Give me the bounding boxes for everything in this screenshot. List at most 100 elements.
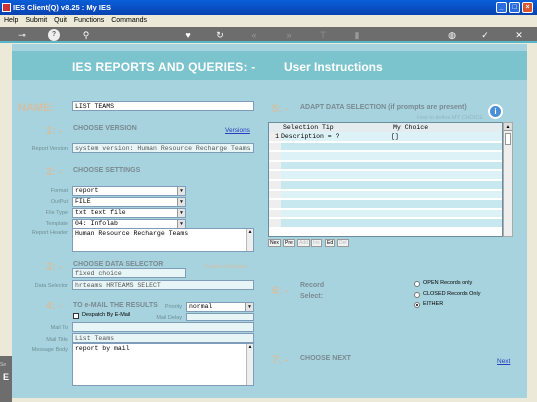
report-header-value: Human Resource Recharge Teams [75,230,189,237]
check-icon[interactable]: ✓ [479,29,491,41]
page-title: IES REPORTS AND QUERIES: - [72,60,256,74]
next-row-button[interactable]: Nex [268,239,281,247]
step6-number: 6: - [272,285,289,297]
insert-row-button[interactable]: Ins [311,239,322,247]
format-select[interactable]: report ▼ [72,186,186,196]
square-icon[interactable]: ▮ [351,29,363,41]
report-version-field[interactable]: system version: Human Resource Recharge … [72,143,254,153]
scroll-thumb[interactable] [505,133,511,145]
table-row[interactable] [269,179,502,191]
search-icon[interactable]: ⚲ [80,29,92,41]
filetype-select[interactable]: txt text file ▼ [72,208,186,218]
data-selector-label: Data Selector [34,283,68,289]
col-my-choice: My Choice [391,123,502,132]
grid-scrollbar[interactable]: ▲ [503,122,513,237]
scrollbar[interactable]: ▲ [246,229,253,251]
heart-icon[interactable]: ♥ [182,29,194,41]
table-row[interactable] [269,189,502,201]
close-icon[interactable]: ✕ [513,29,525,41]
chevron-down-icon[interactable]: ▼ [177,220,185,228]
prev-row-button[interactable]: Pre [283,239,295,247]
side-strip: Se E [0,356,12,402]
menu-commands[interactable]: Commands [111,17,147,24]
report-header-field[interactable]: Human Resource Recharge Teams ▲ [72,228,254,252]
rewind-icon[interactable]: « [248,29,260,41]
priority-select[interactable]: normal ▼ [186,302,254,312]
chevron-down-icon[interactable]: ▼ [177,209,185,217]
menu-bar: Help Submit Quit Functions Commands [0,15,537,26]
menu-submit[interactable]: Submit [25,17,47,24]
choice-field[interactable]: fixed choice [72,268,186,278]
table-row[interactable] [269,199,502,210]
minimize-button[interactable]: _ [496,2,507,13]
scroll-up-icon[interactable]: ▲ [504,123,512,131]
key-icon[interactable]: ⊸ [14,29,30,41]
stop-icon[interactable]: ⊤ [317,29,329,41]
table-row[interactable] [269,160,502,172]
output-value: FILE [75,198,91,205]
step5-title: ADAPT DATA SELECTION (if prompts are pre… [300,104,467,111]
mail-delay-field[interactable] [186,313,254,321]
menu-functions[interactable]: Functions [74,17,104,24]
radio-closed[interactable] [414,292,420,298]
template-label: Template [45,221,68,227]
output-select[interactable]: FILE ▼ [72,197,186,207]
toolbar: ⊸ ? ⚲ ♥ ↻ « » ⊤ ▮ ◍ ✓ ✕ [0,27,537,43]
page-banner: IES REPORTS AND QUERIES: - User Instruct… [12,51,527,80]
step4-title: TO e-MAIL THE RESULTS [73,302,158,309]
grid-corner [269,123,281,132]
row-choice[interactable]: [] [391,132,502,143]
close-button[interactable]: × [522,2,533,13]
maximize-button[interactable]: □ [509,2,520,13]
add-row-button[interactable]: Add [297,239,310,247]
title-bar: IES Client(Q) v8.25 : My IES _ □ × [0,0,537,15]
scrollbar[interactable]: ▲ [246,344,253,385]
mail-to-field[interactable] [72,322,254,332]
output-label: OutPut [50,199,68,205]
table-row[interactable] [269,151,502,162]
row-number: 1 [269,132,281,143]
radio-open[interactable] [414,281,420,287]
table-row[interactable]: 1 Description = ?[] [269,132,502,143]
message-body-value: report by mail [75,345,130,352]
refresh-icon[interactable]: ↻ [214,29,226,41]
message-body-label: Message Body [31,347,68,353]
help-icon[interactable]: ? [48,29,60,41]
step2-title: CHOOSE SETTINGS [73,167,141,174]
step6-title-2: Select: [300,293,323,300]
report-header-label: Report Header [31,230,68,236]
chevron-down-icon[interactable]: ▼ [177,187,185,195]
mail-delay-label: Mail Delay [156,315,182,321]
table-row[interactable] [269,141,502,153]
data-selector-field[interactable]: hrteams HRTEAMS SELECT [72,280,254,290]
menu-quit[interactable]: Quit [54,17,67,24]
versions-link[interactable]: Versions [225,127,250,134]
edit-row-button[interactable]: Ed [325,239,336,247]
next-link[interactable]: Next [497,358,510,365]
step7-title: CHOOSE NEXT [300,355,351,362]
step4-number: 4: - [46,300,63,312]
chevron-down-icon[interactable]: ▼ [177,198,185,206]
radio-either-label: EITHER [423,301,444,307]
table-row[interactable] [269,218,502,229]
page-subtitle: User Instructions [284,60,383,74]
priority-label: Priority [164,304,182,310]
name-field[interactable]: LIST TEAMS [72,101,254,111]
table-row[interactable] [269,170,502,181]
message-body-field[interactable]: report by mail ▲ [72,343,254,386]
delete-row-button[interactable]: Del [337,239,349,247]
chevron-down-icon[interactable]: ▼ [245,303,253,311]
custom-selection-label: Custom Selection [204,264,248,270]
globe-icon[interactable]: ◍ [446,29,458,41]
despatch-checkbox[interactable] [73,313,79,319]
forward-icon[interactable]: » [283,29,295,41]
menu-help[interactable]: Help [4,17,18,24]
mail-title-label: Mail Title [46,337,68,343]
despatch-label: Despatch By E-Mail [82,312,131,318]
help-icon[interactable]: i [488,104,503,119]
side-label-b: E [3,372,10,382]
mail-title-field[interactable]: List Teams [72,333,254,343]
radio-either[interactable] [414,302,420,308]
define-choice-hint[interactable]: How to define MY CHOICE [385,115,483,121]
table-row[interactable] [269,208,502,220]
